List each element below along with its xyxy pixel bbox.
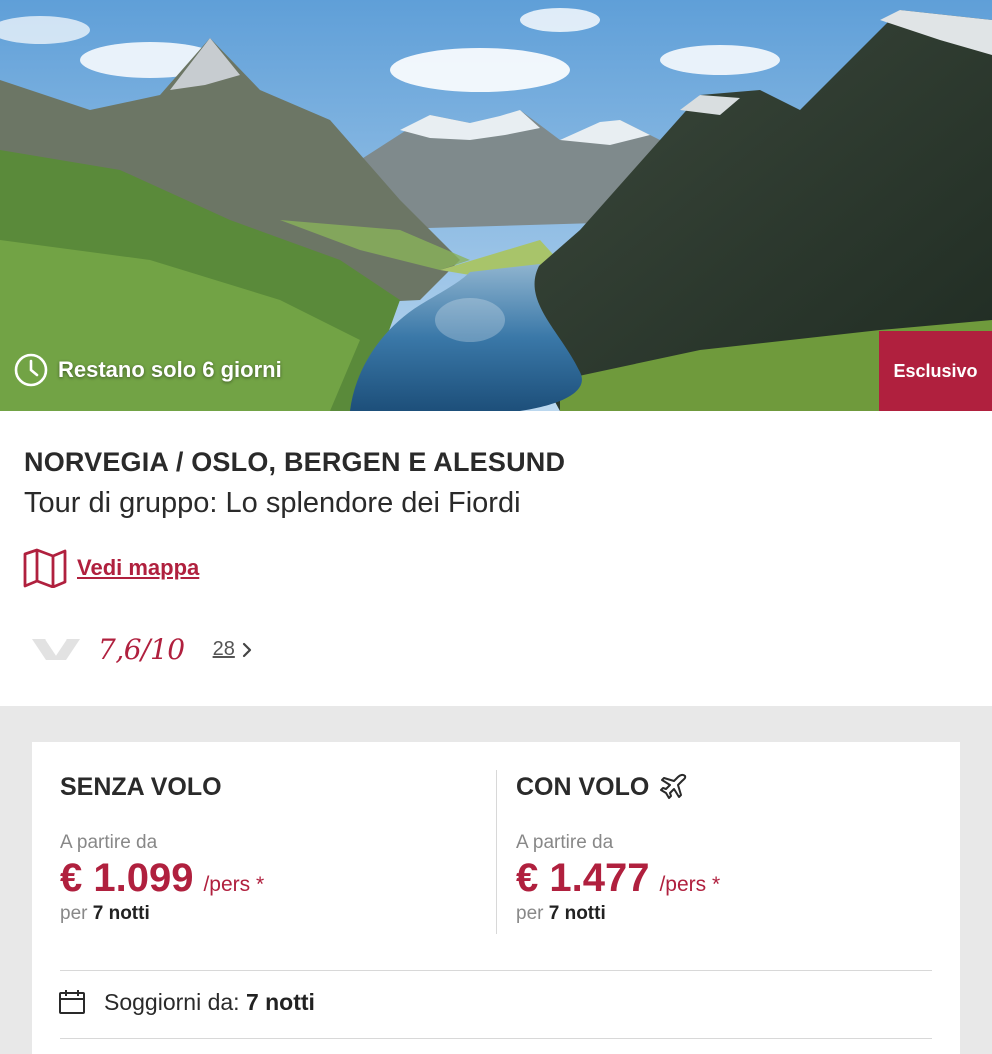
offer-with-flight[interactable]: CON VOLO A partire da € 1.477 /pers * pe… — [516, 768, 720, 925]
nights-info: per 7 notti — [60, 903, 264, 925]
chevron-right-icon[interactable] — [241, 642, 253, 658]
stay-value: 7 notti — [245, 988, 315, 1015]
destination-title: NORVEGIA / OSLO, BERGEN E ALESUND — [24, 447, 566, 477]
countdown-text: Restano solo 6 giorni — [58, 357, 282, 382]
price-row: € 1.099 /pers * — [60, 856, 264, 901]
with-flight-title-text: CON VOLO — [516, 772, 650, 801]
offer-info: NORVEGIA / OSLO, BERGEN E ALESUND Tour d… — [0, 411, 992, 706]
view-map-label[interactable]: Vedi mappa — [77, 555, 199, 581]
per-person-label: /pers * — [659, 873, 721, 896]
without-flight-title: SENZA VOLO — [60, 768, 264, 806]
column-divider — [496, 770, 497, 934]
airplane-icon — [660, 773, 687, 799]
section-divider-bottom — [60, 1038, 932, 1039]
map-icon — [23, 548, 67, 588]
nights-value: 7 notti — [92, 903, 150, 924]
pricing-card: SENZA VOLO A partire da € 1.099 /pers * … — [32, 742, 960, 1054]
offer-without-flight[interactable]: SENZA VOLO A partire da € 1.099 /pers * … — [60, 768, 264, 925]
from-label: A partire da — [516, 832, 614, 853]
exclusive-badge: Esclusivo — [879, 331, 992, 411]
rating-score: 7,6/10 — [98, 633, 185, 666]
stay-text: Soggiorni da: 7 notti — [104, 989, 315, 1016]
offer-subtitle: Tour di gruppo: Lo splendore dei Fiordi — [24, 487, 521, 519]
per-label: per — [60, 903, 88, 924]
per-label: per — [516, 903, 544, 924]
calendar-icon — [59, 990, 85, 1014]
countdown: Restano solo 6 giorni — [14, 352, 282, 388]
price-row: € 1.477 /pers * — [516, 856, 720, 901]
per-person-label: /pers * — [203, 873, 265, 896]
nights-info: per 7 notti — [516, 903, 720, 925]
price-value: € 1.099 — [60, 856, 194, 900]
nights-value: 7 notti — [548, 903, 606, 924]
hero-image — [0, 0, 992, 411]
clock-icon — [14, 353, 48, 387]
rating: 7,6/10 28 — [32, 633, 253, 666]
stay-duration: Soggiorni da: 7 notti — [58, 988, 315, 1016]
reviews-logo-icon — [32, 637, 80, 660]
view-map-link[interactable]: Vedi mappa — [23, 548, 199, 588]
section-divider — [60, 970, 932, 971]
pricing-section: SENZA VOLO A partire da € 1.099 /pers * … — [0, 706, 992, 1054]
from-label: A partire da — [60, 832, 158, 853]
without-flight-title-text: SENZA VOLO — [60, 772, 222, 801]
review-count-link[interactable]: 28 — [213, 638, 235, 661]
stay-label: Soggiorni da: — [104, 988, 240, 1015]
with-flight-title: CON VOLO — [516, 768, 720, 806]
price-value: € 1.477 — [516, 856, 650, 900]
hero-banner[interactable]: Restano solo 6 giorni Esclusivo — [0, 0, 992, 411]
